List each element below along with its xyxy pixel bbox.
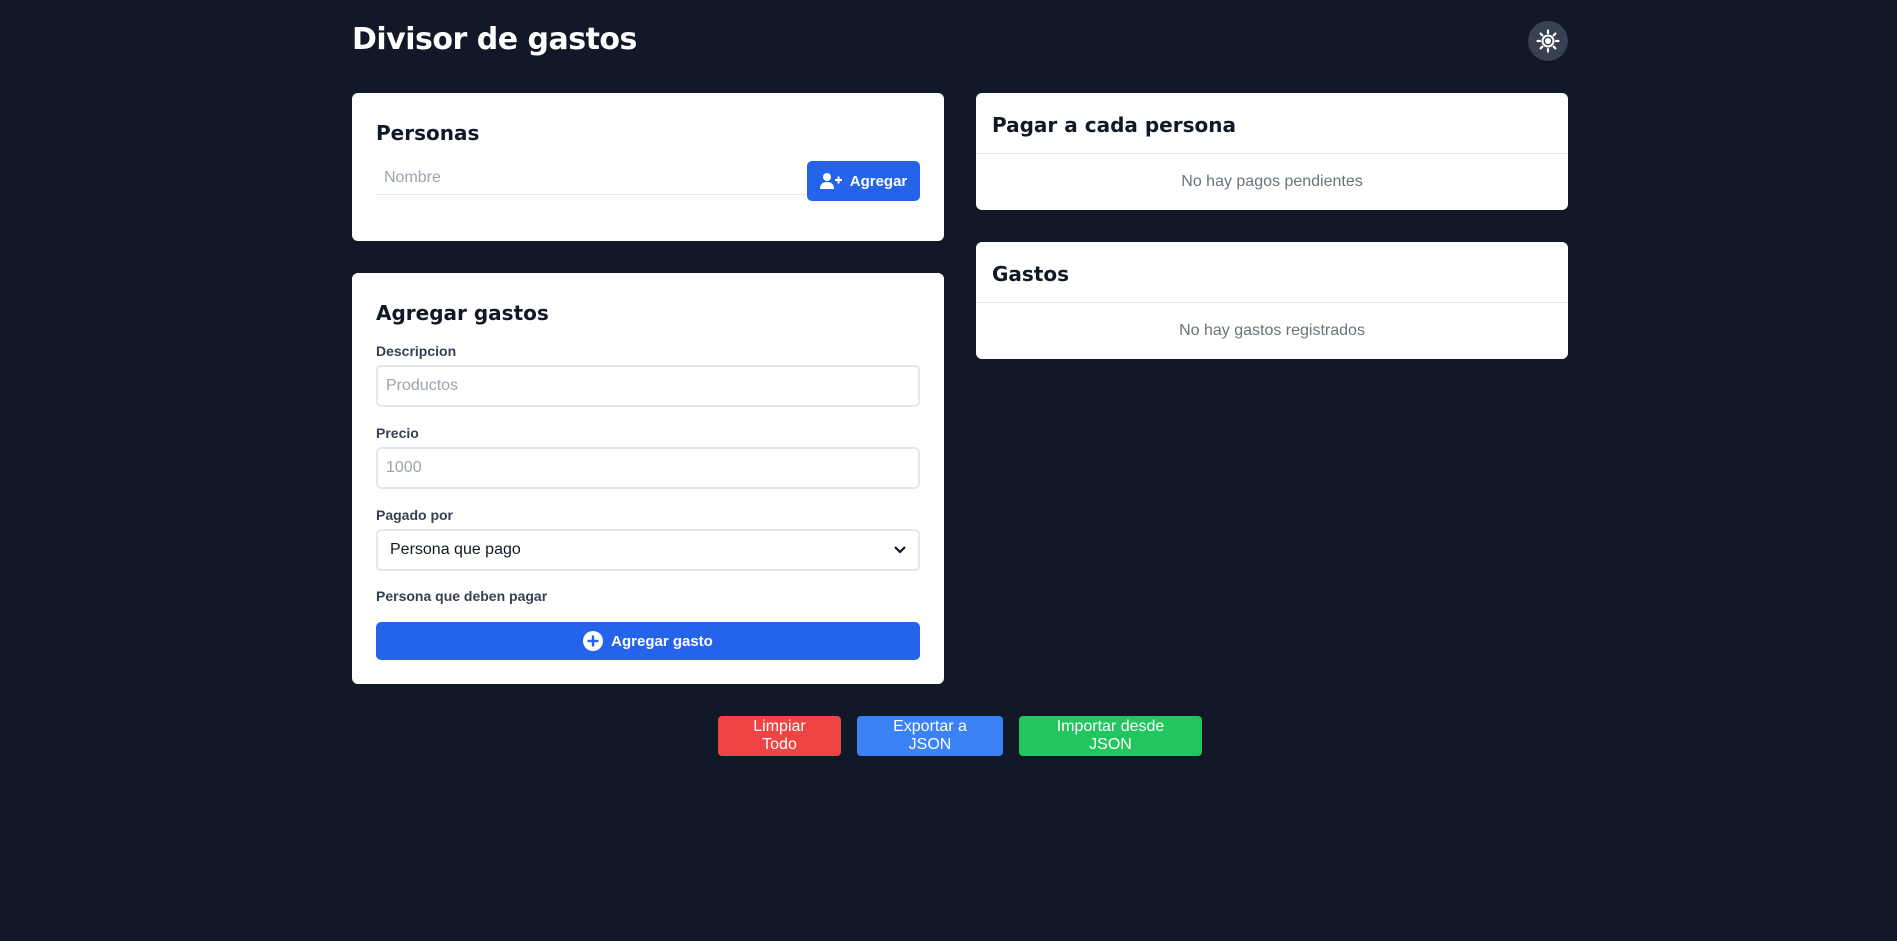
paid-by-label: Pagado por <box>376 507 454 523</box>
add-expense-card: Agregar gastos Descripcion Precio Pagado… <box>352 273 944 684</box>
payments-empty-message: No hay pagos pendientes <box>1181 173 1363 190</box>
personas-title: Personas <box>376 121 480 145</box>
description-input[interactable] <box>376 365 920 407</box>
add-expense-title: Agregar gastos <box>376 301 549 325</box>
payments-card: Pagar a cada persona No hay pagos pendie… <box>976 93 1568 210</box>
add-person-label: Agregar <box>849 172 908 190</box>
chevron-down-icon <box>894 546 906 554</box>
expenses-divider <box>976 302 1568 303</box>
plus-circle-icon <box>583 631 604 651</box>
clear-all-button[interactable]: Limpiar Todo <box>718 716 841 756</box>
sun-icon <box>1536 29 1560 53</box>
payments-divider <box>976 153 1568 154</box>
add-expense-button[interactable]: Agregar gasto <box>376 622 920 660</box>
person-name-input[interactable] <box>376 161 806 195</box>
debtors-label: Persona que deben pagar <box>376 588 548 604</box>
expenses-empty-message: No hay gastos registrados <box>1179 322 1365 339</box>
description-label: Descripcion <box>376 343 457 359</box>
price-input[interactable] <box>376 447 920 489</box>
import-json-button[interactable]: Importar desde JSON <box>1019 716 1202 756</box>
theme-toggle-button[interactable] <box>1528 21 1568 61</box>
page-title: Divisor de gastos <box>352 22 637 57</box>
paid-by-selected-value: Persona que pago <box>390 541 521 558</box>
add-expense-label: Agregar gasto <box>611 632 713 650</box>
user-plus-icon <box>819 173 842 189</box>
add-person-button[interactable]: Agregar <box>807 161 920 201</box>
expenses-title: Gastos <box>992 262 1070 286</box>
payments-title: Pagar a cada persona <box>992 113 1236 137</box>
price-label: Precio <box>376 425 419 441</box>
expenses-card: Gastos No hay gastos registrados <box>976 242 1568 359</box>
export-json-button[interactable]: Exportar a JSON <box>857 716 1003 756</box>
paid-by-select[interactable]: Persona que pago <box>376 529 920 571</box>
